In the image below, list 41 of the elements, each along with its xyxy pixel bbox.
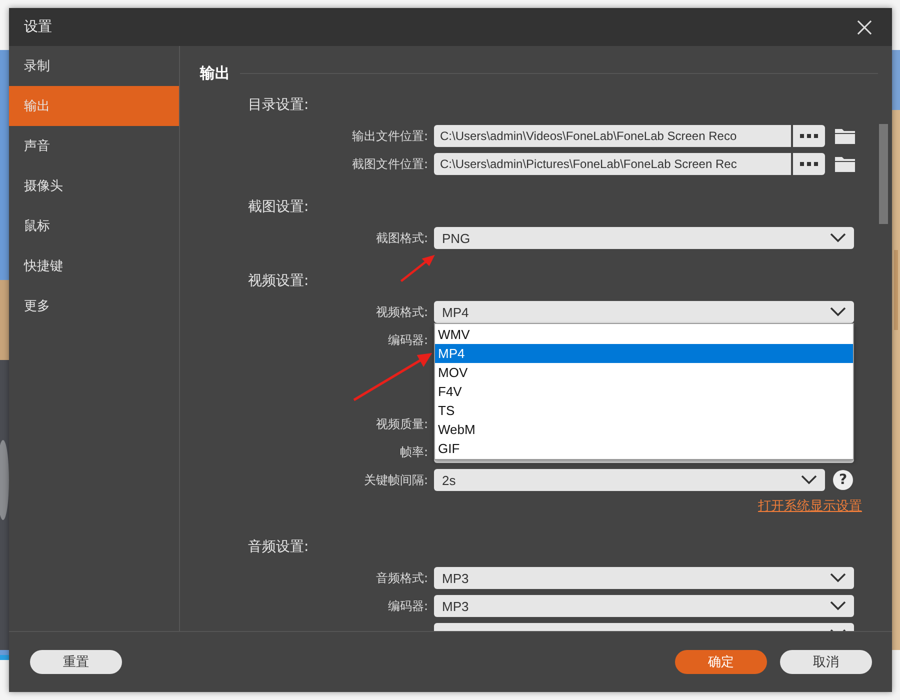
cancel-button[interactable]: 取消: [780, 650, 872, 674]
group-title: 视频设置:: [248, 272, 309, 291]
sidebar-item[interactable]: 录制: [9, 46, 179, 86]
display-settings-link[interactable]: 打开系统显示设置: [758, 497, 862, 515]
field-label: 帧率:: [400, 444, 428, 458]
dropdown[interactable]: MP3: [434, 595, 854, 617]
window-title: 设置: [24, 18, 52, 36]
sidebar-item[interactable]: 更多: [9, 286, 179, 326]
field-label: 截图格式:: [376, 230, 428, 244]
sidebar-item[interactable]: 摄像头: [9, 166, 179, 206]
dropdown-option[interactable]: WMV: [435, 325, 853, 344]
field-label: 视频质量:: [376, 416, 428, 430]
ok-button[interactable]: 确定: [675, 650, 767, 674]
dropdown-option[interactable]: TS: [435, 401, 853, 420]
path-field[interactable]: C:\Users\admin\Pictures\FoneLab\FoneLab Screen Rec: [434, 153, 791, 175]
dropdown-option[interactable]: MP4: [435, 344, 853, 363]
dropdown-option[interactable]: WebM: [435, 420, 853, 439]
group-title: 目录设置:: [248, 96, 309, 115]
field-label: 编码器:: [388, 332, 428, 346]
dropdown-option[interactable]: F4V: [435, 382, 853, 401]
dropdown[interactable]: MP3: [434, 567, 854, 589]
group-title: 音频设置:: [248, 538, 309, 557]
reset-button[interactable]: 重置: [30, 650, 122, 674]
dropdown[interactable]: PNG: [434, 227, 854, 249]
dropdown[interactable]: MP4: [434, 301, 854, 323]
dropdown-option[interactable]: MOV: [435, 363, 853, 382]
field-label: 编码器:: [388, 598, 428, 612]
field-label: 截图文件位置:: [352, 156, 428, 170]
field-label: 音频格式:: [376, 570, 428, 584]
field-label: 视频格式:: [376, 304, 428, 318]
sidebar-item[interactable]: 快捷键: [9, 246, 179, 286]
section-heading: 输出: [200, 64, 230, 82]
sidebar-item[interactable]: 声音: [9, 126, 179, 166]
field-label: 输出文件位置:: [352, 128, 428, 142]
path-field[interactable]: C:\Users\admin\Videos\FoneLab\FoneLab Screen Reco: [434, 125, 791, 147]
group-title: 截图设置:: [248, 198, 309, 217]
dropdown-option[interactable]: GIF: [435, 439, 853, 458]
dropdown[interactable]: 2s: [434, 469, 825, 491]
help-icon[interactable]: ?: [833, 470, 853, 490]
field-label: 关键帧间隔:: [364, 472, 428, 486]
sidebar-item[interactable]: 鼠标: [9, 206, 179, 246]
